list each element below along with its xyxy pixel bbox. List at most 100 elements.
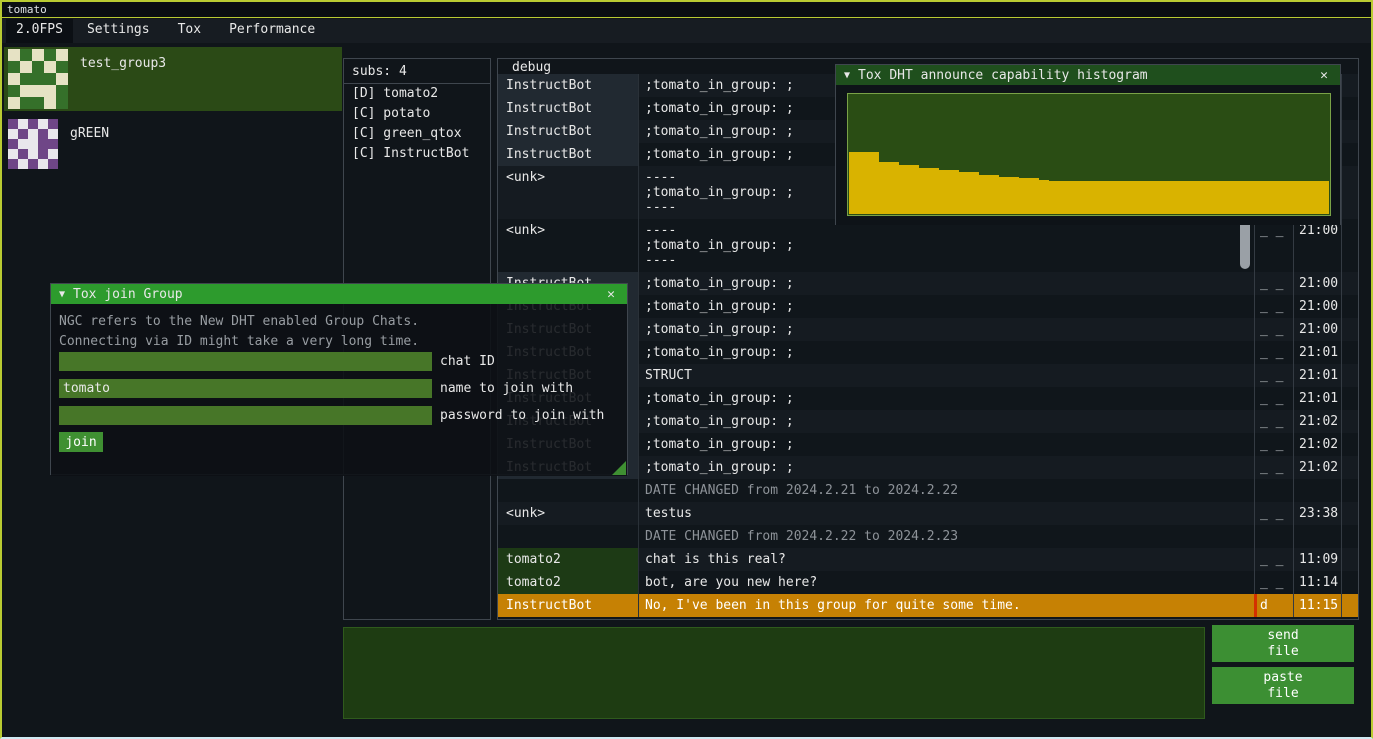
sidebar-item-green[interactable]: gREEN (4, 117, 342, 171)
close-icon[interactable]: ✕ (1316, 68, 1332, 83)
avatar-pixel (44, 61, 56, 73)
collapse-arrow-icon[interactable]: ▼ (844, 70, 850, 81)
avatar-pixel (20, 85, 32, 97)
avatar-pixel (56, 49, 68, 61)
message-author: InstructBot (498, 74, 638, 97)
avatar-pixel (20, 73, 32, 85)
message-status: _ _ (1254, 341, 1293, 364)
chat-message-row[interactable]: InstructBotNo, I've been in this group f… (498, 594, 1358, 617)
message-time: 11:14 (1293, 571, 1342, 594)
message-line: ;tomato_in_group: ; (645, 238, 1254, 253)
chat-message-row[interactable]: tomato2chat is this real?_ _11:09 (498, 548, 1358, 571)
send-file-button[interactable]: send file (1212, 625, 1354, 662)
resize-grip[interactable] (612, 461, 626, 475)
group-avatar (8, 49, 68, 109)
avatar-pixel (18, 129, 28, 139)
message-text: ;tomato_in_group: ; (638, 295, 1254, 318)
histogram-bar (1169, 181, 1179, 214)
member-list-item[interactable]: [D] tomato2 (344, 84, 490, 104)
avatar-pixel (56, 85, 68, 97)
close-icon[interactable]: ✕ (603, 287, 619, 302)
join-window-titlebar[interactable]: ▼ Tox join Group ✕ (51, 284, 627, 304)
join-name-label: name to join with (440, 381, 573, 396)
message-author: tomato2 (498, 548, 638, 571)
histogram-bar (1249, 181, 1259, 214)
chat-message-row[interactable]: <unk>testus_ _23:38 (498, 502, 1358, 525)
message-line: ;tomato_in_group: ; (645, 460, 1254, 475)
message-author: InstructBot (498, 594, 638, 617)
avatar-pixel (56, 61, 68, 73)
message-status: _ _ (1254, 364, 1293, 387)
message-author (498, 525, 638, 548)
group-avatar (8, 119, 58, 169)
chat-id-field-row: chat ID (59, 352, 495, 371)
member-list-item[interactable]: [C] InstructBot (344, 144, 490, 164)
group-name-label: test_group3 (80, 56, 166, 71)
avatar-pixel (8, 85, 20, 97)
menu-bar: 2.0FPS SettingsToxPerformance (2, 19, 1371, 43)
message-line: ;tomato_in_group: ; (645, 391, 1254, 406)
date-changed-row[interactable]: DATE CHANGED from 2024.2.22 to 2024.2.23 (498, 525, 1358, 548)
histogram-window-titlebar[interactable]: ▼ Tox DHT announce capability histogram … (836, 65, 1340, 85)
message-status: _ _ (1254, 219, 1293, 272)
menu-item-performance[interactable]: Performance (215, 19, 329, 43)
message-text: ;tomato_in_group: ; (638, 387, 1254, 410)
menu-item-settings[interactable]: Settings (73, 19, 164, 43)
collapse-arrow-icon[interactable]: ▼ (59, 289, 65, 300)
histogram-bar (979, 175, 989, 214)
histogram-bar (1009, 177, 1019, 214)
message-status (1254, 525, 1293, 548)
avatar-pixel (44, 49, 56, 61)
avatar-pixel (38, 119, 48, 129)
avatar-pixel (18, 119, 28, 129)
chat-message-row[interactable]: <unk>----;tomato_in_group: ;----_ _21:00 (498, 219, 1358, 272)
message-status: _ _ (1254, 456, 1293, 479)
avatar-pixel (44, 73, 56, 85)
sidebar-item-test_group3[interactable]: test_group3 (4, 47, 342, 111)
histogram-bar (1259, 181, 1269, 214)
histogram-plot[interactable] (847, 93, 1331, 216)
join-password-input[interactable] (59, 406, 432, 425)
tab-debug[interactable]: debug (512, 60, 551, 75)
message-text: ----;tomato_in_group: ;---- (638, 219, 1254, 272)
message-status: d (1254, 594, 1293, 617)
histogram-bar (919, 168, 929, 214)
join-button[interactable]: join (59, 432, 103, 452)
join-desc-line2: Connecting via ID might take a very long… (59, 334, 419, 349)
window-titlebar[interactable]: tomato (2, 2, 1371, 18)
chat-message-row[interactable]: tomato2bot, are you new here?_ _11:14 (498, 571, 1358, 594)
chat-id-input[interactable] (59, 352, 432, 371)
histogram-bar (989, 175, 999, 214)
histogram-bar (1139, 181, 1149, 214)
join-window-body: NGC refers to the New DHT enabled Group … (51, 304, 627, 476)
message-text: ;tomato_in_group: ; (638, 433, 1254, 456)
join-name-input[interactable] (59, 379, 432, 398)
date-changed-row[interactable]: DATE CHANGED from 2024.2.21 to 2024.2.22 (498, 479, 1358, 502)
message-time: 21:00 (1293, 295, 1342, 318)
avatar-pixel (32, 97, 44, 109)
member-list-item[interactable]: [C] potato (344, 104, 490, 124)
avatar-pixel (8, 73, 20, 85)
menu-item-tox[interactable]: Tox (164, 19, 215, 43)
avatar-pixel (38, 159, 48, 169)
avatar-pixel (32, 49, 44, 61)
join-name-field-row: name to join with (59, 379, 573, 398)
message-line: ---- (645, 223, 1254, 238)
avatar-pixel (38, 139, 48, 149)
message-text: No, I've been in this group for quite so… (638, 594, 1254, 617)
histogram-bar (969, 172, 979, 214)
avatar-pixel (44, 97, 56, 109)
message-time: 21:01 (1293, 341, 1342, 364)
message-time: 11:09 (1293, 548, 1342, 571)
avatar-pixel (28, 129, 38, 139)
member-list-item[interactable]: [C] green_qtox (344, 124, 490, 144)
histogram-bar (1289, 181, 1299, 214)
histogram-bar (1229, 181, 1239, 214)
message-input[interactable] (343, 627, 1205, 719)
paste-file-button[interactable]: paste file (1212, 667, 1354, 704)
avatar-pixel (48, 119, 58, 129)
avatar-pixel (48, 129, 58, 139)
message-line: ;tomato_in_group: ; (645, 299, 1254, 314)
avatar-pixel (56, 97, 68, 109)
message-author: InstructBot (498, 120, 638, 143)
